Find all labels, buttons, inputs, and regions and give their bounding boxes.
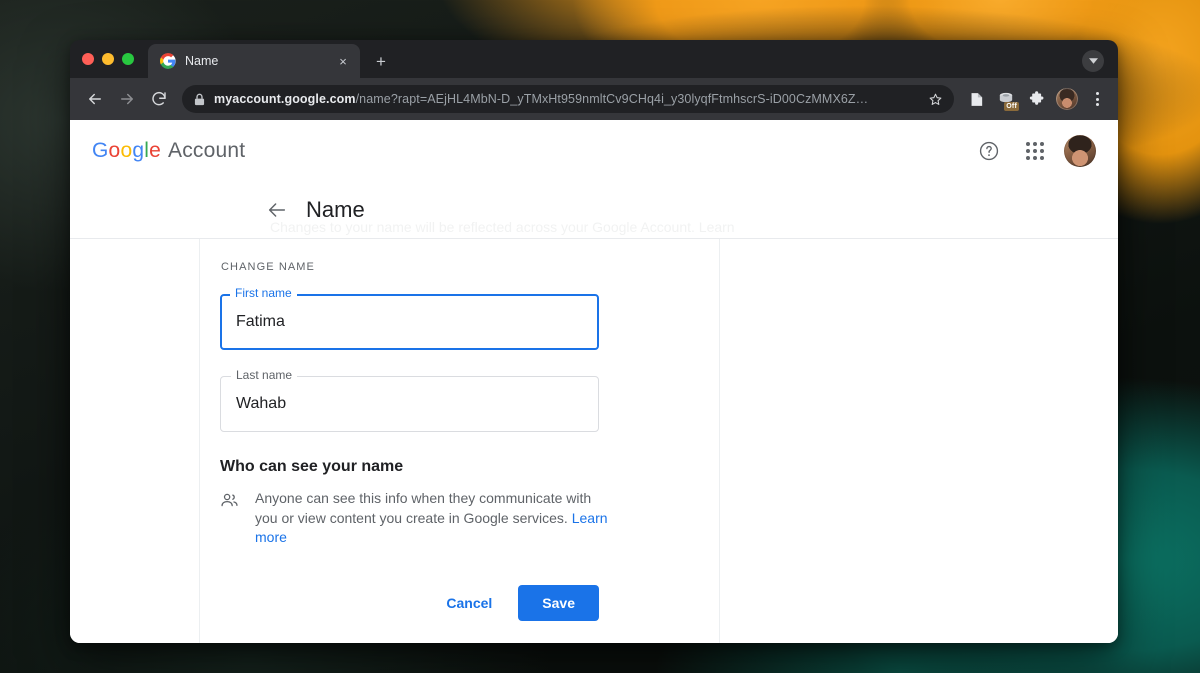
- visibility-description-text: Anyone can see this info when they commu…: [255, 490, 592, 526]
- tab-strip: Name × +: [70, 40, 1118, 78]
- section-label: CHANGE NAME: [221, 261, 315, 273]
- content-area: CHANGE NAME First name Fatima Last name …: [70, 239, 1118, 643]
- extension-toggle-icon[interactable]: Off: [992, 85, 1020, 113]
- form-actions: Cancel Save: [220, 584, 599, 621]
- star-icon[interactable]: [922, 86, 948, 112]
- header-actions: [972, 134, 1096, 168]
- extensions-puzzle-piece-icon[interactable]: [1022, 85, 1050, 113]
- save-button[interactable]: Save: [518, 584, 599, 621]
- lock-icon: [194, 93, 205, 106]
- browser-toolbar: myaccount.google.com/name?rapt=AEjHL4MbN…: [70, 78, 1118, 120]
- first-name-field[interactable]: First name Fatima: [220, 287, 599, 350]
- back-button[interactable]: [80, 84, 110, 114]
- reload-icon: [152, 92, 166, 106]
- reading-list-bookmark-tag-icon[interactable]: [962, 85, 990, 113]
- change-name-form: CHANGE NAME First name Fatima Last name …: [220, 239, 720, 621]
- menu-dot: [1095, 103, 1099, 106]
- arrow-left-icon: [89, 93, 101, 105]
- extension-status-badge: Off: [1004, 102, 1019, 111]
- url-host: myaccount.google.com: [214, 92, 356, 106]
- forward-button[interactable]: [112, 84, 142, 114]
- first-name-input[interactable]: Fatima: [236, 294, 587, 350]
- browser-tab[interactable]: Name ×: [148, 44, 360, 78]
- back-arrow-icon[interactable]: [266, 199, 288, 221]
- tab-title: Name: [185, 54, 219, 68]
- window-close-button[interactable]: [82, 53, 94, 65]
- visibility-info-row: Anyone can see this info when they commu…: [220, 489, 615, 548]
- google-wordmark: Google: [92, 139, 161, 162]
- people-icon: [220, 489, 239, 548]
- tab-search-chevron-down-icon[interactable]: [1082, 50, 1104, 72]
- browser-window: Name × + myaccount.google.com/name?rapt=…: [70, 40, 1118, 643]
- visibility-heading: Who can see your name: [220, 458, 404, 475]
- last-name-field[interactable]: Last name Wahab: [220, 369, 599, 432]
- three-dot-menu-icon[interactable]: [1084, 86, 1110, 112]
- new-tab-button[interactable]: +: [367, 47, 395, 75]
- address-bar-url: myaccount.google.com/name?rapt=AEjHL4MbN…: [214, 92, 922, 106]
- visibility-description: Anyone can see this info when they commu…: [255, 489, 615, 548]
- google-g-icon: [160, 53, 176, 69]
- page-title: Name: [306, 197, 365, 222]
- cancel-button[interactable]: Cancel: [430, 585, 508, 621]
- page-viewport: Changes to your name will be reflected a…: [70, 120, 1118, 643]
- tab-close-icon[interactable]: ×: [334, 52, 352, 70]
- apps-grid-icon[interactable]: [1018, 134, 1052, 168]
- chevron-down-icon: [1088, 58, 1098, 64]
- menu-dot: [1095, 92, 1099, 95]
- menu-dot: [1095, 97, 1099, 101]
- apps-grid-dots: [1026, 142, 1044, 160]
- google-account-logo[interactable]: Google Account: [92, 139, 245, 163]
- window-maximize-button[interactable]: [122, 53, 134, 65]
- window-minimize-button[interactable]: [102, 53, 114, 65]
- help-circle-icon[interactable]: [972, 134, 1006, 168]
- product-name-label: Account: [167, 139, 246, 162]
- reload-button[interactable]: [144, 84, 174, 114]
- window-traffic-lights: [82, 40, 148, 78]
- google-account-header: Google Account: [70, 120, 1118, 182]
- url-path: /name?rapt=AEjHL4MbN-D_yTMxHt959nmltCv9C…: [355, 92, 869, 106]
- account-avatar[interactable]: [1064, 135, 1096, 167]
- profile-avatar[interactable]: [1056, 88, 1078, 110]
- arrow-right-icon: [121, 93, 133, 105]
- left-column-divider: [199, 239, 200, 643]
- address-bar[interactable]: myaccount.google.com/name?rapt=AEjHL4MbN…: [182, 85, 954, 113]
- last-name-input[interactable]: Wahab: [236, 376, 587, 432]
- page-subheader: Name: [70, 182, 1118, 238]
